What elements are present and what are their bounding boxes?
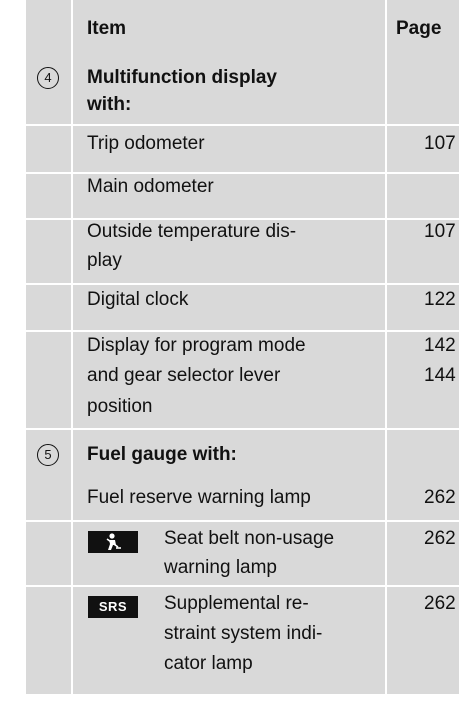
page-ref: 262 bbox=[424, 487, 456, 508]
item-label: Fuel reserve warning lamp bbox=[87, 487, 311, 508]
header-item: Item bbox=[87, 18, 127, 39]
callout-number-4: 4 bbox=[37, 67, 59, 89]
item-label: and gear selector lever bbox=[87, 365, 281, 386]
item-label: straint system indi- bbox=[164, 623, 323, 644]
page-ref: 262 bbox=[424, 593, 456, 614]
row-divider bbox=[26, 124, 459, 126]
item-label: Seat belt non-usage bbox=[164, 528, 335, 549]
seat-belt-icon bbox=[88, 531, 138, 553]
page-ref: 122 bbox=[424, 289, 456, 310]
row-divider bbox=[26, 520, 459, 522]
number-column bbox=[26, 0, 72, 694]
item-label: Main odometer bbox=[87, 176, 214, 197]
item-label: cator lamp bbox=[164, 653, 253, 674]
page-ref: 144 bbox=[424, 365, 456, 386]
item-label: play bbox=[87, 250, 122, 271]
row-divider bbox=[26, 428, 459, 430]
item-label: Digital clock bbox=[87, 289, 189, 310]
row-divider bbox=[26, 585, 459, 587]
item-label: Outside temperature dis- bbox=[87, 221, 297, 242]
item-label: Trip odometer bbox=[87, 133, 205, 154]
section-title: Fuel gauge with: bbox=[87, 444, 237, 465]
item-label: Display for program mode bbox=[87, 335, 306, 356]
page-ref: 107 bbox=[424, 221, 456, 242]
srs-icon: SRS bbox=[88, 596, 138, 618]
parts-table: Item Page 4 Multifunction display with: … bbox=[0, 0, 459, 714]
item-label: position bbox=[87, 396, 153, 417]
column-divider bbox=[385, 0, 387, 694]
page-ref: 107 bbox=[424, 133, 456, 154]
section-title: Multifunction display bbox=[87, 67, 277, 88]
callout-number-5: 5 bbox=[37, 444, 59, 466]
section-title: with: bbox=[87, 94, 132, 115]
header-page: Page bbox=[396, 18, 442, 39]
page-ref: 142 bbox=[424, 335, 456, 356]
column-divider bbox=[71, 0, 73, 694]
item-label: warning lamp bbox=[164, 557, 277, 578]
page-ref: 262 bbox=[424, 528, 456, 549]
item-label: Supplemental re- bbox=[164, 593, 309, 614]
